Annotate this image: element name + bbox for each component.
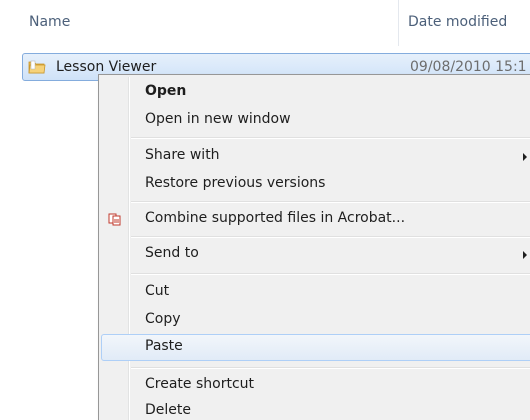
column-header-name[interactable]: Name: [29, 14, 70, 30]
menu-item-label: Send to: [145, 245, 199, 261]
menu-item-combine-in-acrobat[interactable]: Combine supported files in Acrobat...: [101, 206, 530, 233]
menu-separator: [131, 201, 530, 203]
menu-item-label: Share with: [145, 147, 220, 163]
menu-item-paste[interactable]: Paste: [101, 334, 530, 361]
column-divider[interactable]: [398, 0, 399, 46]
menu-item-open-in-new-window[interactable]: Open in new window: [101, 107, 530, 134]
menu-separator: [131, 367, 530, 369]
menu-item-copy[interactable]: Copy: [101, 307, 530, 334]
submenu-arrow-icon: [523, 153, 527, 161]
menu-separator: [131, 137, 530, 139]
menu-item-label: Open: [145, 83, 187, 99]
menu-item-label: Cut: [145, 283, 170, 299]
column-header-date-modified[interactable]: Date modified: [408, 14, 507, 30]
menu-item-share-with[interactable]: Share with: [101, 143, 530, 170]
menu-item-send-to[interactable]: Send to: [101, 241, 530, 268]
submenu-arrow-icon: [523, 251, 527, 259]
menu-item-label: Delete: [145, 402, 191, 418]
menu-item-delete[interactable]: Delete: [101, 398, 530, 420]
menu-item-open[interactable]: Open: [101, 79, 530, 106]
menu-item-cut[interactable]: Cut: [101, 279, 530, 306]
menu-item-label: Copy: [145, 311, 181, 327]
menu-item-label: Restore previous versions: [145, 175, 326, 191]
menu-item-label: Paste: [145, 338, 183, 354]
context-menu: Open Open in new window Share with Resto…: [98, 74, 530, 420]
file-name: Lesson Viewer: [56, 59, 157, 75]
menu-item-label: Open in new window: [145, 111, 291, 127]
menu-item-label: Combine supported files in Acrobat...: [145, 210, 406, 226]
menu-item-label: Create shortcut: [145, 376, 255, 392]
menu-item-create-shortcut[interactable]: Create shortcut: [101, 372, 530, 399]
menu-separator: [131, 236, 530, 238]
column-header-bar: Name Date modified: [0, 0, 530, 48]
menu-separator: [131, 273, 530, 275]
acrobat-icon: [108, 213, 121, 226]
folder-icon: [28, 60, 46, 74]
menu-item-restore-previous-versions[interactable]: Restore previous versions: [101, 171, 530, 198]
file-date-modified: 09/08/2010 15:1: [410, 59, 527, 75]
